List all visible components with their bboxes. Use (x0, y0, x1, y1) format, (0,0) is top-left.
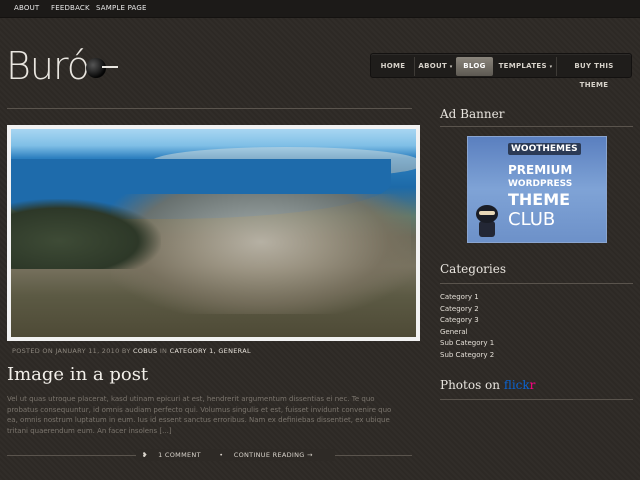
bullet-icon: • (219, 451, 224, 459)
speech-bubble-icon: ❥ (142, 451, 148, 459)
woothemes-logo: WOOTHEMES (508, 143, 581, 155)
post-footer: ❥ 1 COMMENT • CONTINUE READING → (136, 449, 335, 461)
header-divider (7, 108, 412, 109)
top-link-feedback[interactable]: Feedback (51, 4, 90, 12)
main-nav: HOME ABOUT ▾ BLOG TEMPLATES ▾ BUY THIS T… (370, 53, 632, 89)
ninja-mascot-icon (474, 205, 500, 239)
category-link[interactable]: Category 3 (440, 315, 494, 327)
fuse-icon (102, 66, 118, 68)
categories-title: Categories (440, 262, 506, 276)
nav-item-buy-this-theme[interactable]: BUY THIS THEME (559, 57, 629, 89)
caret-down-icon: ▾ (549, 64, 553, 70)
flickr-logo: flick (503, 378, 530, 392)
category-link[interactable]: Sub Category 2 (440, 350, 494, 362)
sidebar-divider (440, 283, 633, 284)
nav-item-home[interactable]: HOME (374, 57, 412, 76)
bomb-icon (86, 58, 106, 78)
post-author-link[interactable]: COBUS (133, 347, 158, 355)
category-link[interactable]: Sub Category 1 (440, 338, 494, 350)
ad-banner-title: Ad Banner (440, 107, 505, 121)
top-bar: About Feedback Sample Page (0, 0, 640, 18)
category-link[interactable]: Category 1 (440, 292, 494, 304)
top-link-sample-page[interactable]: Sample Page (96, 4, 147, 12)
category-link[interactable]: Category 2 (440, 304, 494, 316)
post-title[interactable]: Image in a post (7, 364, 148, 385)
category-link[interactable]: General (440, 327, 494, 339)
post-excerpt: Vel ut quas utroque placerat, kasd utina… (7, 395, 392, 435)
top-link-about[interactable]: About (14, 4, 39, 12)
nav-item-templates[interactable]: TEMPLATES ▾ (497, 57, 554, 76)
post-categories-link[interactable]: CATEGORY 1, GENERAL (170, 347, 251, 355)
post-featured-image[interactable] (7, 125, 420, 341)
nav-item-blog[interactable]: BLOG (456, 57, 493, 76)
woothemes-ad-banner[interactable]: WOOTHEMES PREMIUM WORDPRESS THEME CLUB (467, 136, 607, 243)
logo-text: Buró (6, 44, 90, 88)
nav-item-about[interactable]: ABOUT ▾ (416, 57, 455, 76)
continue-reading-link[interactable]: • CONTINUE READING → (219, 451, 321, 459)
categories-list: Category 1 Category 2 Category 3 General… (440, 292, 494, 362)
comments-link[interactable]: ❥ 1 COMMENT (142, 451, 209, 459)
caret-down-icon: ▾ (449, 64, 453, 70)
cape-town-aerial-photo (11, 129, 416, 337)
nav-divider (414, 57, 415, 76)
site-logo[interactable]: Buró (6, 44, 118, 88)
post-meta: POSTED ON JANUARY 11, 2010 BY COBUS IN C… (12, 347, 251, 355)
nav-divider (556, 57, 557, 76)
sidebar-divider (440, 399, 633, 400)
photos-on-flickr-title: Photos on flickr (440, 378, 536, 392)
sidebar-divider (440, 126, 633, 127)
